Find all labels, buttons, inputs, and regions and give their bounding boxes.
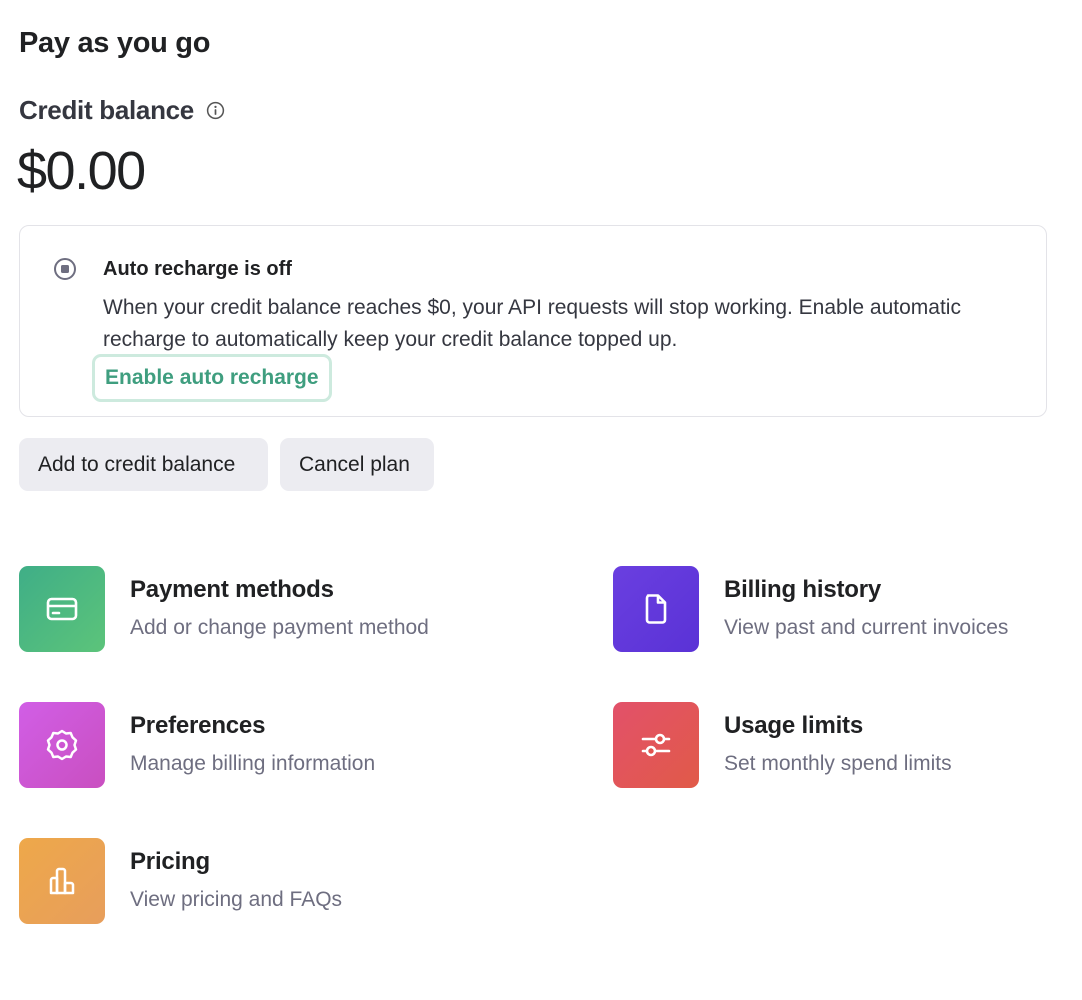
preferences-icon-box (19, 702, 105, 788)
billing-history-icon-box (613, 566, 699, 652)
billing-history-title: Billing history (724, 576, 882, 603)
payment-methods-title: Payment methods (130, 576, 334, 603)
pricing-title: Pricing (130, 848, 210, 875)
credit-balance-label: Credit balance (19, 95, 194, 125)
usage-limits-icon-box (613, 702, 699, 788)
usage-limits-tile[interactable]: Usage limits Set monthly spend limits (613, 702, 952, 788)
preferences-tile[interactable]: Preferences Manage billing information (19, 702, 375, 788)
pricing-subtitle: View pricing and FAQs (130, 888, 343, 911)
payment-methods-icon-box (19, 566, 105, 652)
billing-overview-page: Pay as you go Credit balance $0.00 Auto … (0, 0, 1082, 1000)
page-title: Pay as you go (19, 27, 211, 59)
gear-icon (46, 729, 78, 761)
credit-balance-value: $0.00 (17, 141, 146, 201)
document-icon (645, 594, 667, 624)
credit-card-icon (46, 597, 78, 621)
auto-recharge-notice: Auto recharge is off When your credit ba… (19, 225, 1047, 417)
usage-limits-title: Usage limits (724, 712, 863, 739)
credit-balance-header: Credit balance (19, 95, 225, 126)
auto-recharge-description: When your credit balance reaches $0, you… (103, 296, 961, 351)
sliders-icon (641, 733, 671, 757)
preferences-title: Preferences (130, 712, 266, 739)
bar-chart-icon (49, 867, 75, 895)
payment-methods-tile[interactable]: Payment methods Add or change payment me… (19, 566, 429, 652)
billing-history-tile[interactable]: Billing history View past and current in… (613, 566, 1008, 652)
preferences-subtitle: Manage billing information (130, 752, 376, 775)
cancel-plan-button[interactable]: Cancel plan (280, 438, 434, 491)
stop-circle-icon (53, 257, 77, 281)
info-icon[interactable] (206, 101, 225, 120)
pricing-tile[interactable]: Pricing View pricing and FAQs (19, 838, 342, 924)
payment-methods-subtitle: Add or change payment method (130, 616, 429, 639)
auto-recharge-title: Auto recharge is off (103, 258, 292, 280)
pricing-icon-box (19, 838, 105, 924)
add-to-credit-balance-button[interactable]: Add to credit balance (19, 438, 268, 491)
billing-history-subtitle: View past and current invoices (724, 616, 1009, 639)
enable-auto-recharge-link[interactable]: Enable auto recharge (92, 354, 332, 402)
usage-limits-subtitle: Set monthly spend limits (724, 752, 952, 775)
